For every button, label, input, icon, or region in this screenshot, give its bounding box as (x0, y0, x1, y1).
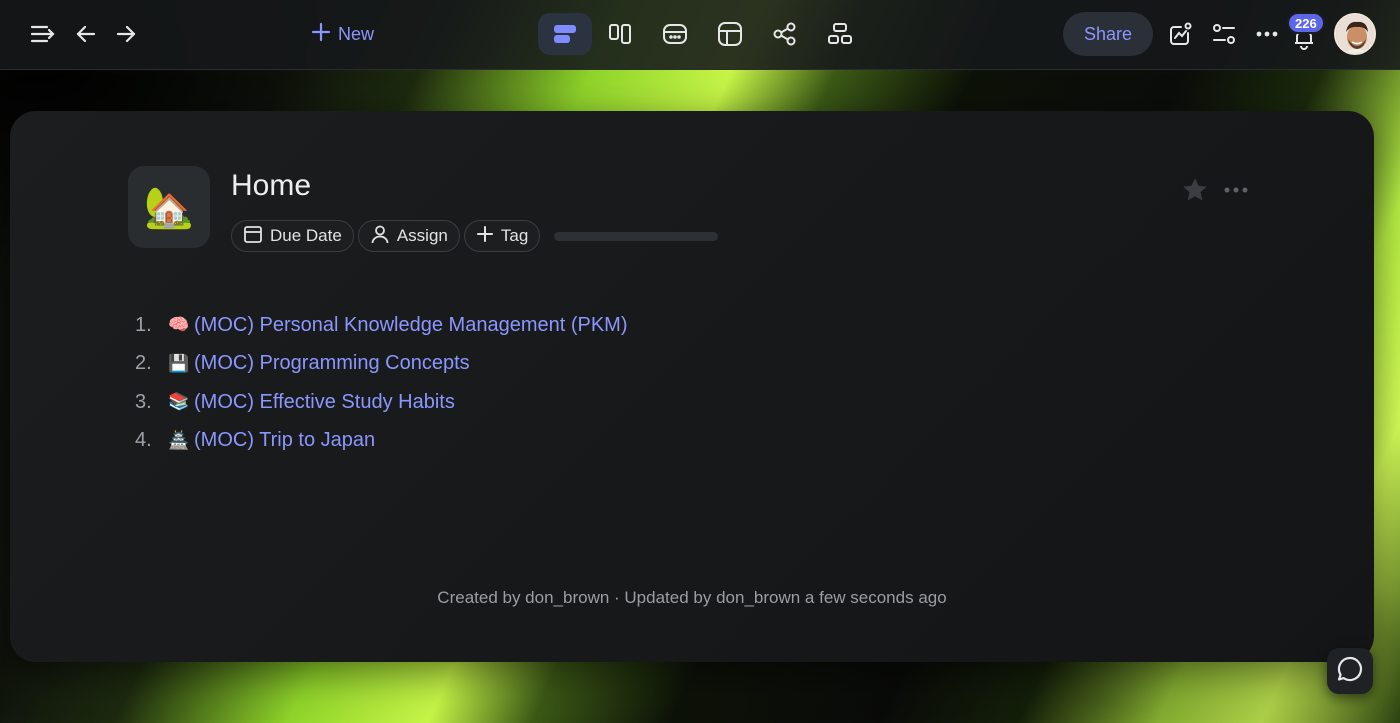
more-icon[interactable] (1253, 20, 1281, 48)
progress-bar (554, 231, 719, 241)
assign-button[interactable]: Assign (357, 220, 460, 252)
tag-button[interactable]: Tag (463, 220, 541, 252)
due-date-label: Due Date (270, 226, 342, 245)
favorite-star-icon[interactable] (1180, 175, 1210, 210)
list-link[interactable]: (MOC) Trip to Japan (194, 429, 375, 452)
list-link[interactable]: (MOC) Personal Knowledge Management (PKM… (194, 314, 628, 337)
list-number: 1. (135, 313, 152, 336)
page-title[interactable]: Home (231, 169, 311, 203)
page-card: 🏡 Home Due Date Assign Tag 1. 🧠 (MOC) Pe… (10, 111, 1374, 662)
tag-label: Tag (500, 226, 529, 245)
comments-button[interactable] (1327, 648, 1373, 694)
table-view-icon[interactable] (703, 13, 757, 55)
avatar[interactable] (1334, 13, 1376, 55)
new-button[interactable]: New (310, 20, 374, 48)
list-link[interactable]: (MOC) Effective Study Habits (194, 391, 455, 414)
chat-bubble-icon (1336, 655, 1364, 688)
tree-view-icon[interactable] (813, 13, 867, 55)
back-arrow-icon[interactable] (72, 20, 100, 48)
japanese-castle-icon: 🏯 (168, 430, 190, 451)
assign-label: Assign (396, 226, 448, 245)
calendar-view-icon[interactable] (648, 13, 702, 55)
plus-icon (476, 225, 494, 248)
calendar-icon (243, 224, 263, 249)
list-number: 2. (135, 352, 152, 375)
list-item[interactable]: 3. 📚 (MOC) Effective Study Habits (135, 383, 628, 422)
list-item[interactable]: 1. 🧠 (MOC) Personal Knowledge Management… (135, 306, 628, 345)
share-button[interactable]: Share (1063, 12, 1153, 56)
notification-badge: 226 (1287, 12, 1325, 34)
insights-icon[interactable] (1167, 20, 1195, 48)
person-icon (370, 224, 390, 249)
plus-icon (310, 21, 332, 48)
page-metadata: Created by don_brown · Updated by don_br… (437, 588, 947, 607)
moc-list: 1. 🧠 (MOC) Personal Knowledge Management… (135, 306, 628, 460)
books-icon: 📚 (168, 392, 190, 413)
forward-arrow-icon[interactable] (112, 20, 140, 48)
list-number: 4. (135, 429, 152, 452)
due-date-button[interactable]: Due Date (231, 220, 354, 252)
graph-view-icon[interactable] (758, 13, 812, 55)
sidebar-toggle-icon[interactable] (28, 20, 58, 48)
filter-icon[interactable] (1210, 20, 1238, 48)
brain-icon: 🧠 (168, 315, 190, 336)
page-more-icon[interactable] (1223, 181, 1249, 199)
list-item[interactable]: 2. 💾 (MOC) Programming Concepts (135, 345, 628, 384)
property-chips: Due Date Assign Tag (231, 220, 719, 252)
top-toolbar: New Share 226 (0, 0, 1400, 70)
floppy-disk-icon: 💾 (168, 353, 190, 374)
new-button-label: New (338, 23, 375, 44)
list-number: 3. (135, 390, 152, 413)
list-view-icon[interactable] (538, 13, 592, 55)
page-emoji-icon[interactable]: 🏡 (128, 166, 210, 248)
list-item[interactable]: 4. 🏯 (MOC) Trip to Japan (135, 422, 628, 461)
list-link[interactable]: (MOC) Programming Concepts (194, 352, 470, 375)
board-view-icon[interactable] (593, 13, 647, 55)
